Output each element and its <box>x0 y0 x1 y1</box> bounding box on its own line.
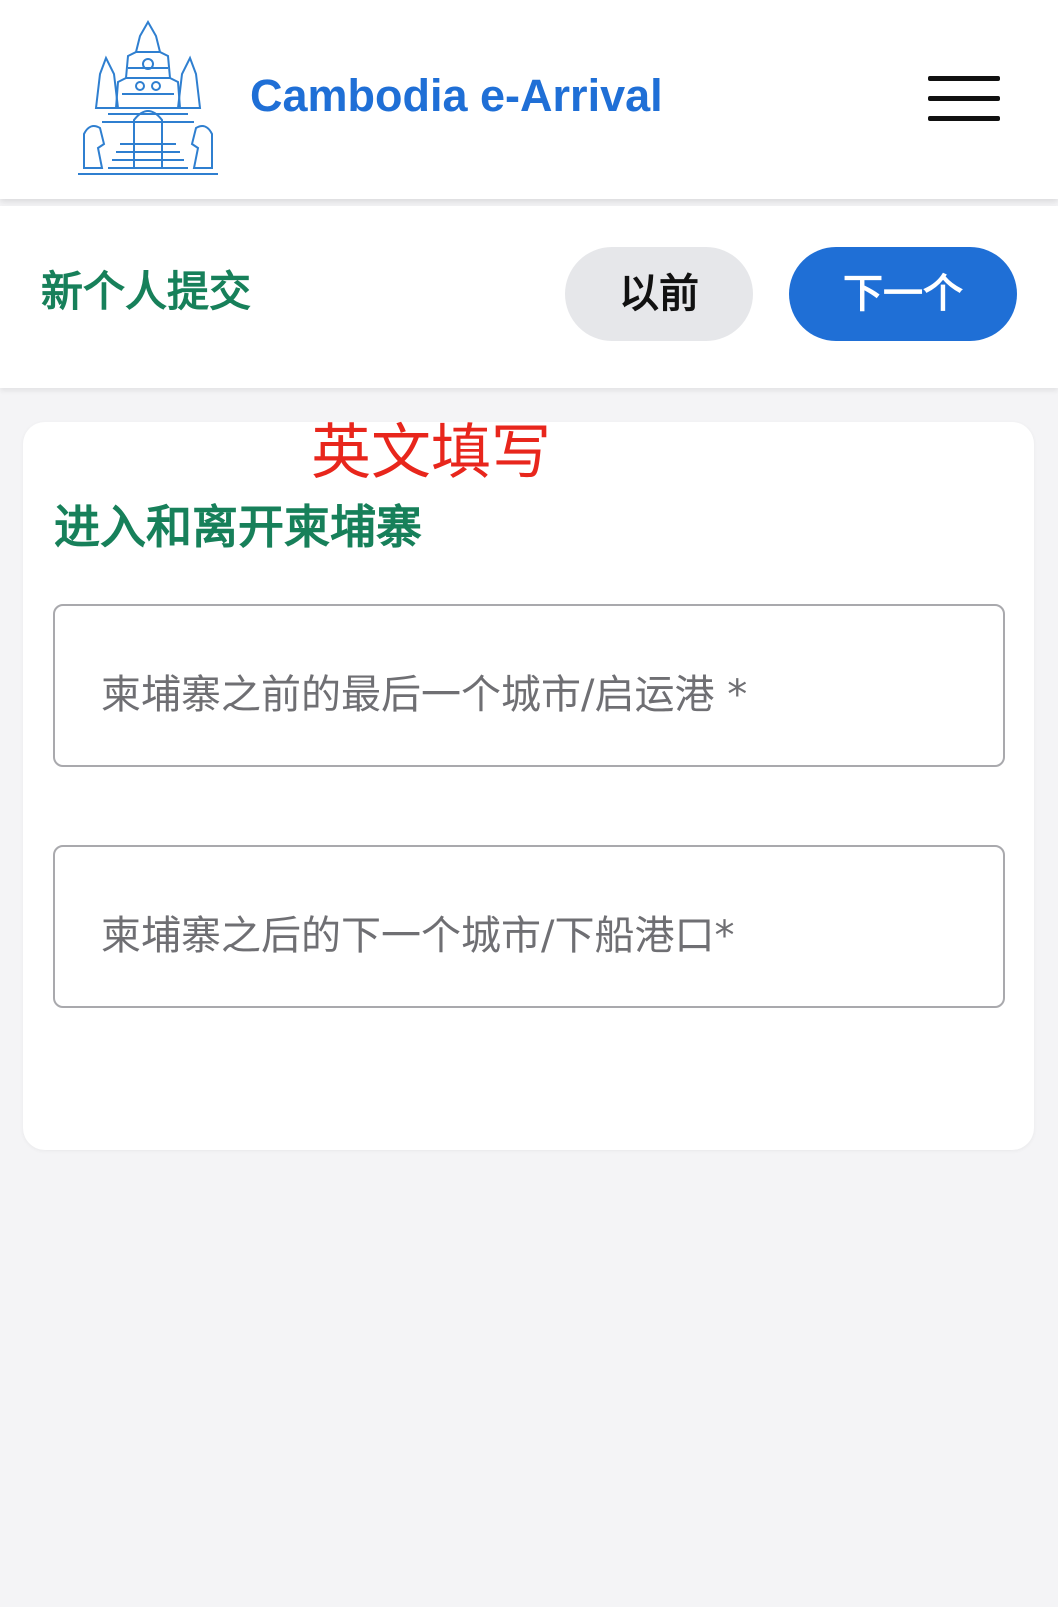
field-placeholder: 柬埔寨之后的下一个城市/下船港口* <box>101 913 735 959</box>
app-header: Cambodia e-Arrival <box>0 0 1058 199</box>
previous-button[interactable]: 以前 <box>565 247 753 341</box>
section-title: 进入和离开柬埔寨 <box>54 500 422 554</box>
next-button[interactable]: 下一个 <box>789 247 1017 341</box>
next-city-after-cambodia-field[interactable]: 柬埔寨之后的下一个城市/下船港口* <box>53 845 1005 1008</box>
angkor-temple-logo-icon <box>78 19 218 175</box>
last-city-before-cambodia-field[interactable]: 柬埔寨之前的最后一个城市/启运港 * <box>53 604 1005 767</box>
field-placeholder: 柬埔寨之前的最后一个城市/启运港 * <box>101 672 748 718</box>
app-title: Cambodia e-Arrival <box>250 70 663 121</box>
hamburger-menu-icon[interactable] <box>928 76 1000 122</box>
fill-in-english-annotation: 英文填写 <box>311 418 551 488</box>
page-title: 新个人提交 <box>41 267 252 316</box>
